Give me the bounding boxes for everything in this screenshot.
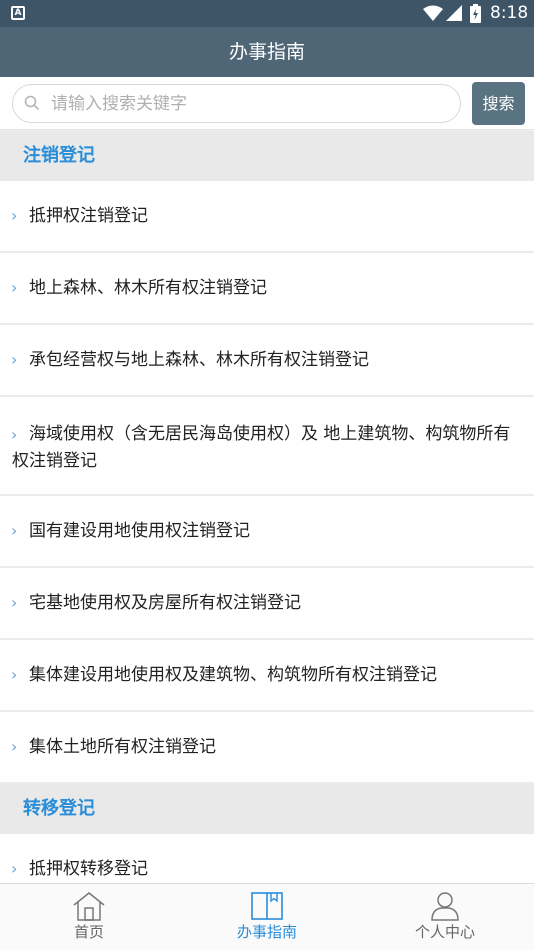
- chevron-right-icon: ›: [11, 425, 18, 444]
- list-item-label: 集体土地所有权注销登记: [29, 737, 216, 757]
- list-item-label: 国有建设用地使用权注销登记: [29, 521, 250, 541]
- list-item-label: 宅基地使用权及房屋所有权注销登记: [29, 593, 301, 613]
- search-icon: [24, 95, 40, 111]
- guide-list: 注销登记 › 抵押权注销登记 › 地上森林、林木所有权注销登记 › 承包经营权与…: [0, 131, 534, 906]
- battery-icon: [470, 4, 481, 23]
- signal-icon: [446, 5, 462, 21]
- chevron-right-icon: ›: [11, 278, 18, 297]
- chevron-right-icon: ›: [11, 521, 18, 540]
- section-header-transfer: 转移登记: [0, 784, 534, 834]
- bottom-tab-bar: 首页 办事指南 个人中心: [0, 883, 534, 950]
- wifi-icon: [423, 5, 443, 21]
- status-time: 8:18: [490, 3, 529, 23]
- chevron-right-icon: ›: [11, 350, 18, 369]
- list-item[interactable]: › 抵押权注销登记: [0, 181, 534, 253]
- user-icon: [431, 892, 459, 921]
- tab-label: 办事指南: [236, 923, 297, 941]
- list-item[interactable]: › 国有建设用地使用权注销登记: [0, 496, 534, 568]
- list-item[interactable]: › 承包经营权与地上森林、林木所有权注销登记: [0, 325, 534, 397]
- list-item-label: 地上森林、林木所有权注销登记: [29, 278, 267, 298]
- chevron-right-icon: ›: [11, 665, 18, 684]
- list-item[interactable]: › 海域使用权（含无居民海岛使用权）及 地上建筑物、构筑物所有权注销登记: [0, 397, 534, 496]
- chevron-right-icon: ›: [11, 593, 18, 612]
- page-title: 办事指南: [0, 27, 534, 77]
- tab-label: 个人中心: [414, 923, 475, 941]
- chevron-right-icon: ›: [11, 206, 18, 225]
- tab-home[interactable]: 首页: [0, 884, 178, 950]
- list-item[interactable]: › 集体建设用地使用权及建筑物、构筑物所有权注销登记: [0, 640, 534, 712]
- list-item-label: 海域使用权（含无居民海岛使用权）及 地上建筑物、构筑物所有权注销登记: [12, 424, 511, 471]
- status-bar: A 8:18: [0, 0, 534, 27]
- book-icon: [251, 892, 283, 920]
- chevron-right-icon: ›: [11, 737, 18, 756]
- list-item-label: 承包经营权与地上森林、林木所有权注销登记: [29, 350, 369, 370]
- list-item[interactable]: › 集体土地所有权注销登记: [0, 712, 534, 784]
- home-icon: [73, 892, 105, 921]
- list-item-label: 集体建设用地使用权及建筑物、构筑物所有权注销登记: [29, 665, 437, 685]
- tab-label: 首页: [73, 923, 104, 941]
- section-header-cancellation: 注销登记: [0, 131, 534, 181]
- search-button[interactable]: 搜索: [472, 82, 525, 125]
- search-input[interactable]: [51, 91, 451, 117]
- search-area: 搜索: [0, 77, 534, 130]
- list-item-label: 抵押权注销登记: [29, 206, 148, 226]
- tab-guide[interactable]: 办事指南: [178, 884, 356, 950]
- app-notification-icon: A: [11, 6, 25, 20]
- list-item[interactable]: › 宅基地使用权及房屋所有权注销登记: [0, 568, 534, 640]
- list-item[interactable]: › 地上森林、林木所有权注销登记: [0, 253, 534, 325]
- tab-profile[interactable]: 个人中心: [356, 884, 534, 950]
- search-box[interactable]: [12, 84, 461, 123]
